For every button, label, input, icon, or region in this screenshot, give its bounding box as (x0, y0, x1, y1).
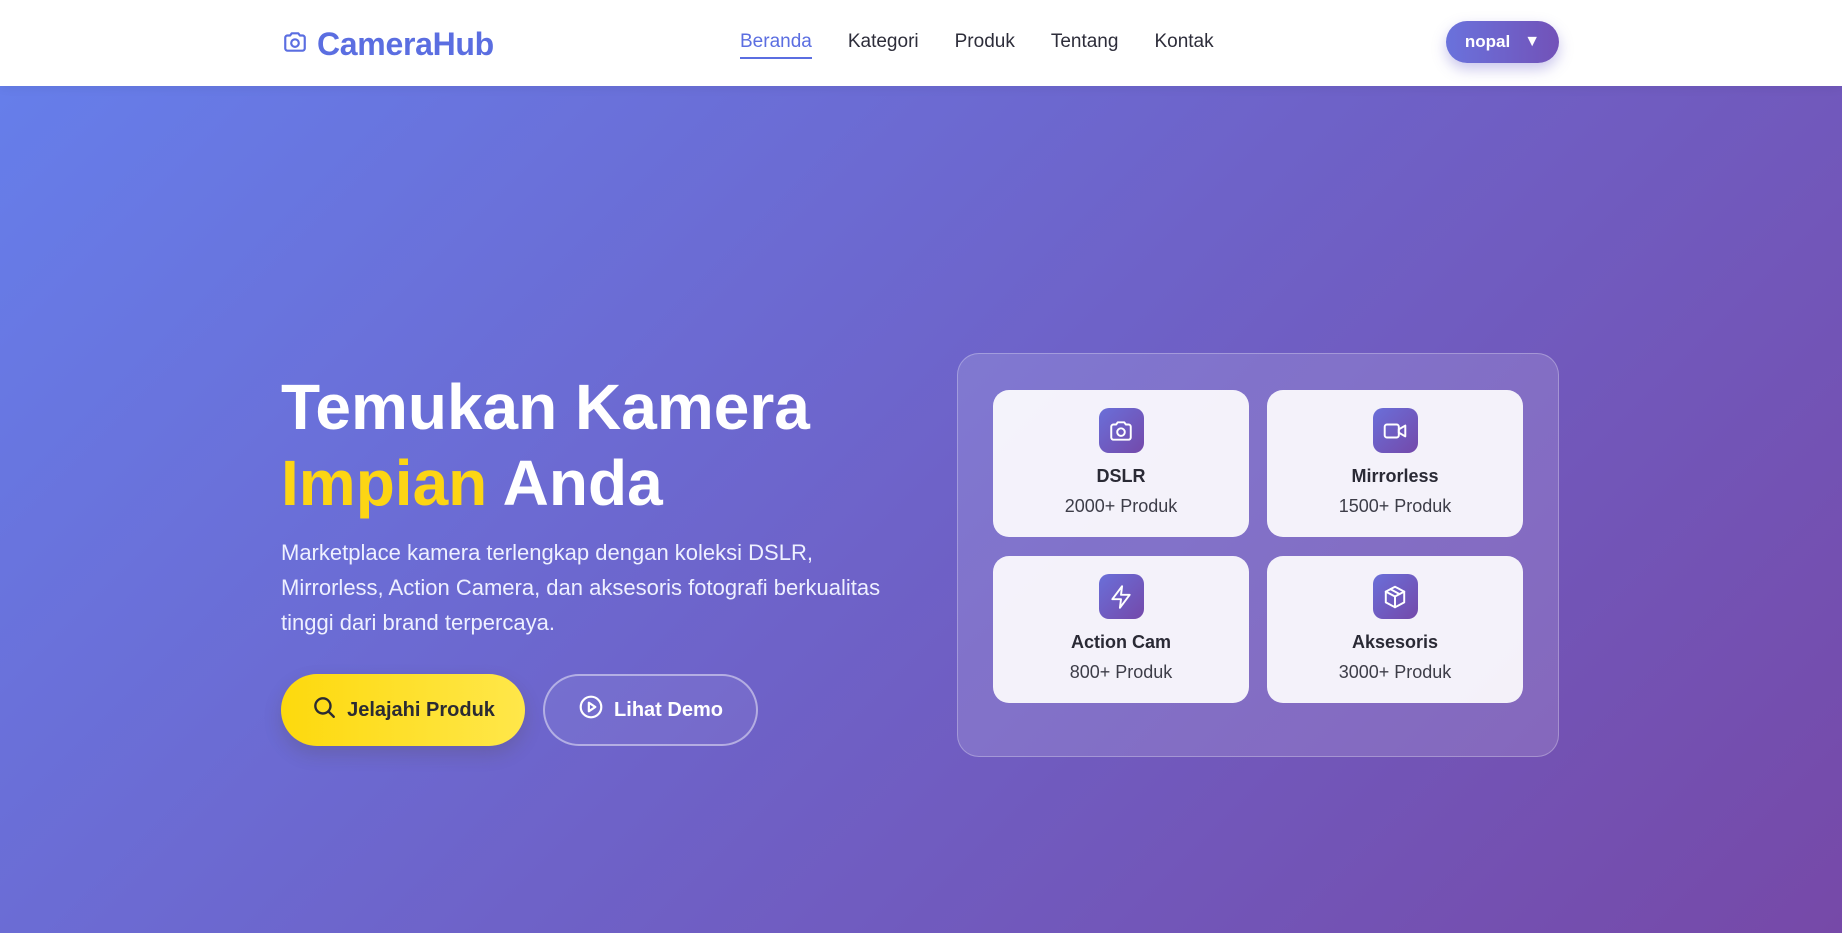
hero-title-accent: Impian (281, 447, 488, 519)
category-count: 2000+ Produk (1064, 496, 1178, 516)
user-name: nopal (1464, 32, 1511, 51)
logo-text: CameraHub (317, 26, 494, 62)
box-icon (1372, 574, 1418, 619)
category-count: 3000+ Produk (1338, 662, 1452, 682)
category-card-dslr[interactable]: DSLR 2000+ Produk (993, 390, 1249, 537)
category-name: Mirrorless (1351, 466, 1439, 486)
category-count: 800+ Produk (1069, 662, 1173, 682)
category-card-action-cam[interactable]: Action Cam 800+ Produk (993, 556, 1249, 703)
category-name: Action Cam (1070, 632, 1171, 652)
main-nav: Beranda Kategori Produk Tentang Kontak (740, 31, 1214, 59)
camera-icon (1098, 408, 1144, 453)
category-count: 1500+ Produk (1338, 496, 1452, 516)
logo[interactable]: CameraHub (281, 26, 494, 63)
hero-title-rest: Anda (502, 447, 663, 519)
view-demo-button[interactable]: Lihat Demo (543, 674, 758, 746)
search-icon (311, 694, 337, 726)
hero-description: Marketplace kamera terlengkap dengan kol… (281, 540, 881, 635)
explore-products-label: Jelajahi Produk (347, 698, 495, 721)
explore-products-button[interactable]: Jelajahi Produk (281, 674, 525, 746)
nav-link-kontak[interactable]: Kontak (1154, 31, 1213, 59)
lightning-icon (1098, 574, 1144, 619)
category-panel: DSLR 2000+ Produk Mirrorless 1500+ Produ… (957, 353, 1559, 757)
nav-link-produk[interactable]: Produk (955, 31, 1015, 59)
user-menu-button[interactable]: nopal ▼ (1446, 21, 1559, 63)
play-circle-icon (578, 694, 604, 726)
category-card-mirrorless[interactable]: Mirrorless 1500+ Produk (1267, 390, 1523, 537)
top-navbar: CameraHub Beranda Kategori Produk Tentan… (0, 0, 1842, 86)
hero-title: Temukan Kamera Impian Anda (281, 369, 921, 521)
category-name: Aksesoris (1351, 632, 1439, 652)
view-demo-label: Lihat Demo (614, 698, 723, 721)
hero-title-line1: Temukan Kamera (281, 371, 810, 443)
nav-link-beranda[interactable]: Beranda (740, 31, 812, 59)
chevron-down-icon: ▼ (1524, 33, 1541, 50)
nav-link-tentang[interactable]: Tentang (1051, 31, 1119, 59)
camera-icon (281, 29, 309, 60)
hero-section: Temukan Kamera Impian Anda Marketplace k… (0, 86, 1842, 933)
nav-link-kategori[interactable]: Kategori (848, 31, 919, 59)
category-card-aksesoris[interactable]: Aksesoris 3000+ Produk (1267, 556, 1523, 703)
category-name: DSLR (1096, 466, 1146, 486)
video-icon (1372, 408, 1418, 453)
